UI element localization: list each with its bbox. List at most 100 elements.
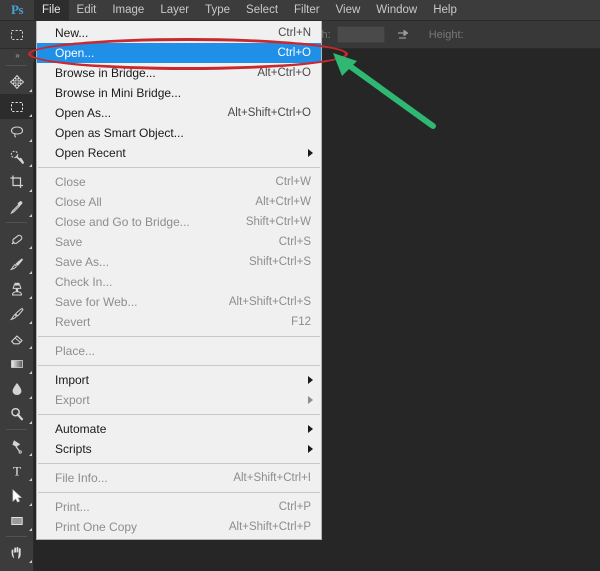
menubar-item-view[interactable]: View [328, 0, 369, 21]
menubar-item-help[interactable]: Help [425, 0, 465, 21]
menu-item-open-as[interactable]: Open As... Alt+Shift+Ctrl+O [37, 103, 321, 123]
history-brush-tool[interactable] [0, 301, 34, 326]
crop-tool[interactable] [0, 169, 34, 194]
menu-item-label: Open... [55, 46, 95, 60]
menu-item-print[interactable]: Print... Ctrl+P [37, 497, 321, 517]
dodge-tool[interactable] [0, 401, 34, 426]
rectangle-tool[interactable] [0, 508, 34, 533]
menu-item-label: Close and Go to Bridge... [55, 215, 190, 229]
menu-item-save-for-web[interactable]: Save for Web... Alt+Shift+Ctrl+S [37, 292, 321, 312]
menu-item-label: Place... [55, 344, 96, 358]
menubar-item-image[interactable]: Image [104, 0, 152, 21]
menu-item-shortcut: Alt+Ctrl+O [257, 67, 311, 79]
eyedropper-tool[interactable] [0, 194, 34, 219]
menu-item-browse-in-bridge[interactable]: Browse in Bridge... Alt+Ctrl+O [37, 63, 321, 83]
file-menu-dropdown[interactable]: New... Ctrl+N Open... Ctrl+O Browse in Bridg… [36, 21, 322, 540]
toolbar-divider [6, 536, 27, 537]
toolbar-divider [6, 429, 27, 430]
svg-text:T: T [13, 463, 21, 478]
pen-tool[interactable] [0, 433, 34, 458]
menu-item-file-info[interactable]: File Info... Alt+Shift+Ctrl+I [37, 468, 321, 488]
zoom-tool[interactable] [0, 565, 34, 571]
menu-item-shortcut: Ctrl+S [278, 236, 311, 248]
move-tool[interactable] [0, 69, 34, 94]
clone-stamp-tool[interactable] [0, 276, 34, 301]
eraser-tool[interactable] [0, 326, 34, 351]
menu-item-open-as-smart-object[interactable]: Open as Smart Object... [37, 123, 321, 143]
menubar-item-filter[interactable]: Filter [286, 0, 328, 21]
menu-bar: Ps File Edit Image Layer Type Select Filter Vie… [0, 0, 600, 21]
brush-icon [9, 257, 23, 270]
menu-item-new[interactable]: New... Ctrl+N [37, 23, 321, 43]
path-selection-tool[interactable] [0, 483, 34, 508]
spot-healing-brush-tool[interactable] [0, 226, 34, 251]
menu-separator [38, 414, 320, 415]
menu-separator [38, 336, 320, 337]
crop-icon [10, 175, 23, 188]
menu-item-label: New... [55, 26, 89, 40]
height-label: Height: [428, 28, 464, 41]
submenu-arrow-icon [308, 425, 313, 433]
flyout-triangle-icon [29, 214, 32, 217]
submenu-arrow-icon [308, 149, 313, 157]
green-arrow-annotation [333, 53, 436, 129]
menu-item-shortcut: Alt+Shift+Ctrl+I [233, 472, 311, 484]
menu-item-label: Import [55, 373, 90, 387]
menu-item-check-in[interactable]: Check In... [37, 272, 321, 292]
menu-item-close-all[interactable]: Close All Alt+Ctrl+W [37, 192, 321, 212]
menu-item-label: Open Recent [55, 146, 126, 160]
horizontal-type-icon: T [13, 463, 21, 478]
move-icon [9, 74, 25, 89]
menu-item-scripts[interactable]: Scripts [37, 439, 321, 459]
menu-item-shortcut: Alt+Shift+Ctrl+O [227, 107, 311, 119]
menu-item-place[interactable]: Place... [37, 341, 321, 361]
menu-item-close[interactable]: Close Ctrl+W [37, 172, 321, 192]
width-input[interactable] [336, 26, 385, 43]
pen-icon [12, 439, 22, 454]
menu-item-label: Save [55, 235, 83, 249]
menu-item-shortcut: Alt+Shift+Ctrl+S [228, 296, 311, 308]
menubar-item-window[interactable]: Window [368, 0, 425, 21]
rectangular-marquee-icon[interactable] [0, 21, 34, 49]
menubar-item-select[interactable]: Select [238, 0, 286, 21]
flyout-triangle-icon [29, 503, 32, 506]
blur-tool[interactable] [0, 376, 34, 401]
menu-item-save[interactable]: Save Ctrl+S [37, 232, 321, 252]
menu-item-label: Export [55, 393, 90, 407]
menu-item-print-one-copy[interactable]: Print One Copy Alt+Shift+Ctrl+P [37, 517, 321, 537]
menu-item-shortcut: Shift+Ctrl+S [249, 256, 311, 268]
horizontal-type-tool[interactable]: T [0, 458, 34, 483]
quick-selection-icon [10, 150, 24, 164]
menubar-item-type[interactable]: Type [197, 0, 238, 21]
height-group: Height: [425, 29, 470, 41]
flyout-triangle-icon [29, 114, 32, 117]
menubar-item-edit[interactable]: Edit [69, 0, 105, 21]
history-brush-icon [9, 307, 24, 320]
hand-icon [11, 546, 21, 559]
menu-item-import[interactable]: Import [37, 370, 321, 390]
menu-item-browse-in-mini-bridge[interactable]: Browse in Mini Bridge... [37, 83, 321, 103]
flyout-triangle-icon [29, 371, 32, 374]
rectangular-marquee-tool[interactable] [0, 94, 34, 119]
hand-tool[interactable] [0, 540, 34, 565]
menubar-item-file[interactable]: File [34, 0, 69, 21]
flyout-triangle-icon [29, 421, 32, 424]
collapse-toolbar-button[interactable]: » [0, 49, 34, 62]
quick-selection-tool[interactable] [0, 144, 34, 169]
menu-item-export[interactable]: Export [37, 390, 321, 410]
swap-width-height-icon[interactable] [393, 25, 415, 45]
menu-item-save-as[interactable]: Save As... Shift+Ctrl+S [37, 252, 321, 272]
menu-item-label: Check In... [55, 275, 113, 289]
menu-item-revert[interactable]: Revert F12 [37, 312, 321, 332]
menu-item-close-and-go-to-bridge[interactable]: Close and Go to Bridge... Shift+Ctrl+W [37, 212, 321, 232]
menu-separator [38, 492, 320, 493]
menu-item-open[interactable]: Open... Ctrl+O [37, 43, 321, 63]
brush-tool[interactable] [0, 251, 34, 276]
menubar-item-layer[interactable]: Layer [152, 0, 197, 21]
eyedropper-icon [10, 200, 23, 214]
menu-item-open-recent[interactable]: Open Recent [37, 143, 321, 163]
menu-item-automate[interactable]: Automate [37, 419, 321, 439]
menu-item-shortcut: Shift+Ctrl+W [245, 216, 311, 228]
gradient-tool[interactable] [0, 351, 34, 376]
lasso-tool[interactable] [0, 119, 34, 144]
